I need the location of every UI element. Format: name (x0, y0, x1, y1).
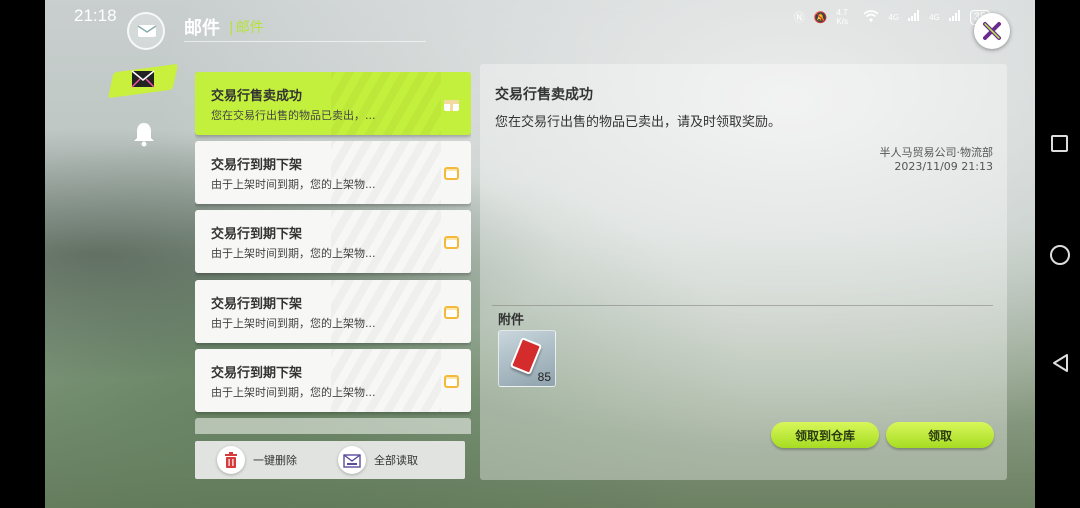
delete-all-button[interactable]: 一键删除 (217, 446, 297, 474)
mail-actions-bar: 一键删除 全部读取 (195, 441, 465, 479)
mail-title: 交易行到期下架 (211, 158, 303, 173)
mail-preview: 由于上架时间到期，您的上架物... (211, 317, 376, 330)
mail-list-item[interactable]: 交易行到期下架 由于上架时间到期，您的上架物... (195, 141, 471, 204)
claim-to-warehouse-button[interactable]: 领取到仓库 (771, 422, 879, 448)
back-icon[interactable] (1051, 353, 1071, 373)
read-all-button[interactable]: 全部读取 (338, 446, 418, 474)
nfc-icon: Ⓝ (793, 12, 805, 24)
read-all-button-circle (338, 446, 366, 474)
mail-preview: 由于上架时间到期，您的上架物... (211, 247, 376, 260)
signal-label-2: 4G (929, 12, 940, 22)
detail-date: 2023/11/09 21:13 (894, 160, 993, 173)
mute-icon: 🔕 (813, 11, 828, 24)
recents-button[interactable] (1051, 135, 1068, 152)
mail-detail-panel: 交易行售卖成功 您在交易行出售的物品已卖出，请及时领取奖励。 半人马贸易公司·物… (480, 64, 1007, 480)
mail-preview: 您在交易行出售的物品已卖出，... (211, 109, 376, 122)
mail-tab-icon (131, 70, 155, 88)
signal-bars-1-icon (908, 10, 920, 24)
page-subtitle: 邮件 (229, 17, 264, 37)
mail-list-item[interactable]: 交易行到期下架 由于上架时间到期，您的上架物... (195, 349, 471, 412)
home-button[interactable] (1050, 245, 1070, 265)
gift-icon (444, 100, 459, 111)
net-speed: 4.7 K/s (836, 8, 848, 26)
close-button[interactable] (974, 13, 1010, 49)
mail-title: 交易行到期下架 (211, 366, 303, 381)
gift-icon (444, 306, 459, 319)
mail-list-item[interactable]: 交易行到期下架 由于上架时间到期，您的上架物... (195, 280, 471, 343)
attachments-label: 附件 (498, 313, 525, 328)
item-decoration (331, 280, 441, 343)
delete-button-circle (217, 446, 245, 474)
attachment-quantity: 85 (537, 370, 551, 384)
gift-icon (444, 375, 459, 388)
status-icons: Ⓝ 🔕 4.7 K/s 4G 4G 35 (794, 8, 990, 26)
read-mail-icon (343, 454, 361, 468)
item-decoration (331, 349, 441, 412)
detail-body: 您在交易行出售的物品已卖出，请及时领取奖励。 (495, 115, 782, 130)
mail-preview: 由于上架时间到期，您的上架物... (211, 178, 376, 191)
header-divider (184, 41, 426, 42)
mail-title: 交易行售卖成功 (211, 89, 303, 104)
bell-icon (134, 123, 154, 147)
close-icon (983, 22, 1001, 40)
item-decoration (331, 72, 441, 135)
wifi-icon (863, 9, 879, 25)
mail-preview: 由于上架时间到期，您的上架物... (211, 386, 376, 399)
page-title: 邮件 (184, 18, 220, 39)
gift-icon (444, 167, 459, 180)
mail-title: 交易行到期下架 (211, 297, 303, 312)
mail-title: 交易行到期下架 (211, 227, 303, 242)
attachment-item[interactable]: 85 (498, 330, 556, 387)
detail-sender: 半人马贸易公司·物流部 (879, 146, 994, 159)
nav-tab-mail[interactable] (107, 62, 179, 102)
signal-label-1: 4G (888, 12, 900, 22)
mail-list-item[interactable]: 交易行售卖成功 您在交易行出售的物品已卖出，... (195, 72, 471, 135)
attachments-divider (492, 305, 993, 306)
delete-all-label: 一键删除 (253, 454, 297, 467)
mail-list[interactable]: 交易行售卖成功 您在交易行出售的物品已卖出，... 交易行到期下架 由于上架时间… (195, 72, 471, 434)
item-decoration (331, 141, 441, 204)
signal-bars-2-icon (948, 10, 961, 24)
mail-list-item-partial[interactable] (195, 418, 471, 434)
left-black-bar (0, 0, 45, 508)
gift-icon (444, 236, 459, 249)
claim-button[interactable]: 领取 (886, 422, 994, 448)
read-all-label: 全部读取 (374, 454, 418, 467)
item-decoration (331, 210, 441, 273)
detail-title: 交易行售卖成功 (495, 87, 593, 103)
trash-icon (225, 452, 237, 468)
mail-list-item[interactable]: 交易行到期下架 由于上架时间到期，您的上架物... (195, 210, 471, 273)
status-time: 21:18 (74, 6, 117, 25)
nav-tab-notifications[interactable] (130, 120, 158, 148)
mail-logo-icon (127, 12, 165, 50)
